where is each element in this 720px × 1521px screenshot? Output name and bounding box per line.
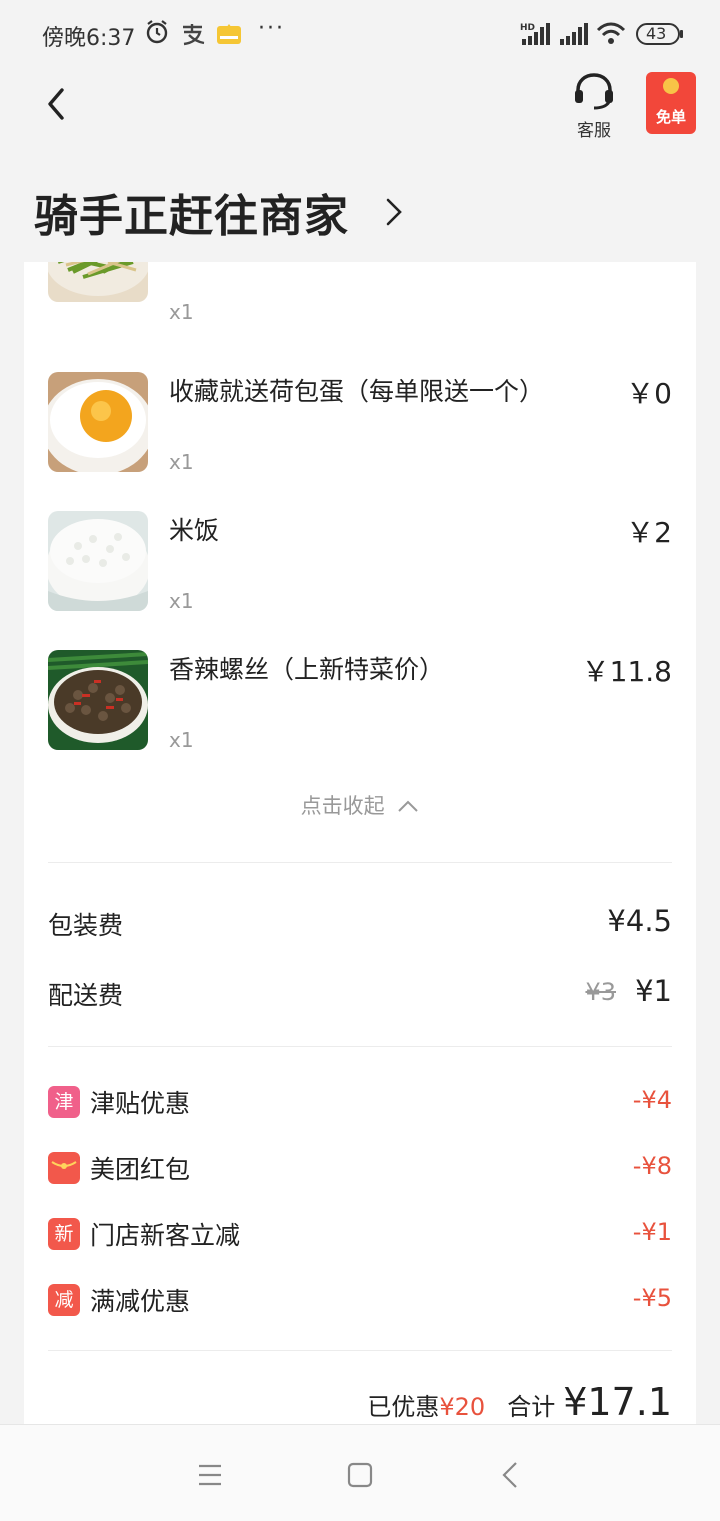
item-quantity: x1 xyxy=(169,728,194,752)
delivery-fee-label: 配送费 xyxy=(48,981,124,1010)
total-label: 合计 xyxy=(507,1393,556,1421)
packing-fee-label: 包装费 xyxy=(48,911,124,940)
system-back-button[interactable] xyxy=(492,1455,532,1495)
food-image-spicy-snails xyxy=(48,650,148,750)
discount-row-full-reduction: 减 满减优惠 -¥5 xyxy=(48,1282,672,1322)
item-price: ￥0 xyxy=(626,377,672,410)
status-time: 傍晚6:37 xyxy=(42,26,136,51)
order-status-title[interactable]: 骑手正赶往商家 xyxy=(34,180,349,244)
discount-name: 美团红包 xyxy=(90,1155,191,1184)
coin-icon xyxy=(663,78,679,94)
menu-button[interactable] xyxy=(190,1455,230,1495)
red-packet-icon xyxy=(48,1152,80,1184)
discount-value: -¥1 xyxy=(632,1218,672,1246)
food-image-stir-fry xyxy=(48,262,148,302)
customer-service-label: 客服 xyxy=(577,121,611,141)
item-quantity: x1 xyxy=(169,450,194,474)
svg-text:HD: HD xyxy=(520,23,535,33)
delivery-fee-original: ¥3 xyxy=(585,978,616,1006)
collapse-items-button[interactable]: 点击收起 xyxy=(24,790,696,820)
item-quantity: x1 xyxy=(169,589,194,613)
order-item: 香辣螺丝（上新特菜价） ￥11.8 x1 xyxy=(24,650,696,770)
back-button[interactable] xyxy=(40,84,80,124)
total-value: ¥17.1 xyxy=(563,1380,672,1424)
chevron-right-icon[interactable] xyxy=(382,196,406,232)
discount-name: 津贴优惠 xyxy=(90,1089,191,1118)
item-price: ￥11.8 xyxy=(581,655,672,688)
alarm-icon xyxy=(144,18,170,50)
discount-row-red-packet: 美团红包 -¥8 xyxy=(48,1150,672,1190)
saved-label: 已优惠 xyxy=(367,1393,440,1421)
collapse-label: 点击收起 xyxy=(300,794,385,818)
discount-name: 门店新客立减 xyxy=(90,1221,241,1250)
chevron-up-icon xyxy=(398,800,419,812)
discount-name: 满减优惠 xyxy=(90,1287,191,1316)
packing-fee-value: ¥4.5 xyxy=(607,904,672,938)
item-name: 米饭 xyxy=(169,516,220,545)
divider xyxy=(48,1350,672,1351)
order-summary: 已优惠¥20 合计 ¥17.1 xyxy=(367,1380,672,1424)
delivery-fee-value: ¥1 xyxy=(635,974,672,1008)
wifi-icon xyxy=(596,22,626,50)
alipay-icon xyxy=(180,22,206,50)
home-button[interactable] xyxy=(340,1455,380,1495)
customer-service-button[interactable]: 客服 xyxy=(566,72,622,141)
app-notification-icon xyxy=(216,20,242,50)
signal-hd-icon: HD xyxy=(520,22,550,50)
order-item: 米饭 ￥2 x1 xyxy=(24,511,696,631)
free-order-label: 免单 xyxy=(655,108,686,126)
discount-row-new-customer: 新 门店新客立减 -¥1 xyxy=(48,1216,672,1256)
item-quantity: x1 xyxy=(169,300,194,324)
menu-icon xyxy=(199,1464,221,1486)
top-nav: 客服 免单 xyxy=(0,70,720,150)
allowance-badge-icon: 津 xyxy=(48,1086,80,1118)
new-customer-badge-icon: 新 xyxy=(48,1218,80,1250)
more-notifications-icon: ··· xyxy=(258,16,285,41)
home-square-icon xyxy=(347,1462,373,1488)
system-nav-bar xyxy=(0,1424,720,1521)
back-arrow-icon xyxy=(48,88,64,120)
order-item: x1 xyxy=(24,262,696,342)
divider xyxy=(48,862,672,863)
free-order-button[interactable]: 免单 xyxy=(646,72,696,134)
battery-level: 43 xyxy=(646,24,667,43)
system-back-icon xyxy=(502,1462,517,1488)
full-reduction-badge-icon: 减 xyxy=(48,1284,80,1316)
signal-icon xyxy=(558,22,588,50)
discount-value: -¥5 xyxy=(632,1284,672,1312)
saved-amount: ¥20 xyxy=(439,1393,486,1421)
order-item: 收藏就送荷包蛋（每单限送一个） ￥0 x1 xyxy=(24,372,696,492)
divider xyxy=(48,1046,672,1047)
food-image-rice xyxy=(48,511,148,611)
item-price: ￥2 xyxy=(626,516,672,549)
order-detail-card: x1 收藏就送荷包蛋（每单限送一个） ￥0 x1 米饭 ￥2 x1 香辣螺丝（上… xyxy=(24,262,696,1424)
status-bar: 傍晚6:37 ··· HD 43 xyxy=(0,0,720,70)
food-image-fried-egg xyxy=(48,372,148,472)
item-name: 收藏就送荷包蛋（每单限送一个） xyxy=(169,377,545,406)
discount-value: -¥4 xyxy=(632,1086,672,1114)
discount-value: -¥8 xyxy=(632,1152,672,1180)
discount-row-allowance: 津 津贴优惠 -¥4 xyxy=(48,1084,672,1124)
headset-icon xyxy=(575,73,613,110)
item-name: 香辣螺丝（上新特菜价） xyxy=(169,655,445,684)
